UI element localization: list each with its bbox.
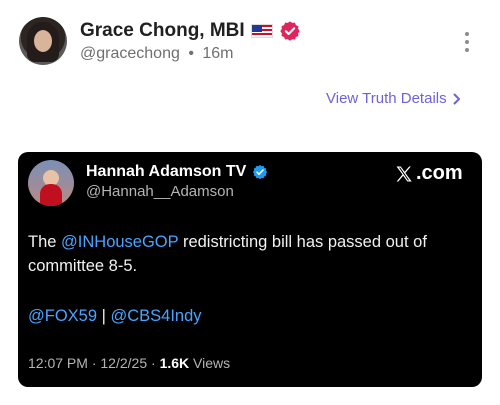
mention-inhousegop[interactable]: @INHouseGOP — [61, 233, 178, 251]
post-time: 16m — [202, 45, 234, 62]
mention-fox59[interactable]: @FOX59 — [28, 307, 97, 325]
tweet-links: @FOX59 | @CBS4Indy — [28, 304, 202, 328]
x-source-logo[interactable]: .com — [394, 162, 463, 185]
author-handle[interactable]: @gracechong — [80, 45, 180, 62]
embed-author-handle[interactable]: @Hannah__Adamson — [86, 183, 234, 200]
embedded-tweet-card[interactable]: Hannah Adamson TV @Hannah__Adamson .com … — [18, 152, 482, 387]
view-truth-details-link[interactable]: View Truth Details — [326, 90, 461, 107]
x-verified-icon — [253, 165, 268, 180]
views-label: Views — [189, 355, 231, 371]
verified-badge-icon — [279, 21, 300, 41]
embed-author-name[interactable]: Hannah Adamson TV — [86, 163, 246, 181]
author-handle-line: @gracechong • 16m — [80, 45, 234, 63]
tweet-meta: 12:07 PM · 12/2/25 · 1.6K Views — [28, 355, 230, 371]
author-name-row[interactable]: Grace Chong, MBI — [80, 20, 301, 42]
tweet-time[interactable]: 12:07 PM — [28, 355, 88, 371]
x-logo-icon — [396, 166, 412, 181]
link-separator: | — [97, 307, 111, 325]
view-truth-details-label: View Truth Details — [326, 90, 447, 107]
embed-author-name-row[interactable]: Hannah Adamson TV — [86, 163, 268, 181]
avatar-dress — [40, 184, 62, 206]
embed-author-avatar[interactable] — [28, 160, 74, 206]
meta-separator-1: · — [87, 355, 101, 371]
meta-separator-2: · — [147, 355, 160, 371]
post-header: Grace Chong, MBI @gracechong • 16m — [0, 0, 500, 80]
author-name[interactable]: Grace Chong, MBI — [80, 20, 245, 42]
tweet-text: The @INHouseGOP redistricting bill has p… — [28, 230, 468, 278]
x-source-label: .com — [416, 162, 463, 184]
chevron-right-icon — [453, 93, 460, 104]
author-avatar[interactable] — [19, 17, 67, 65]
tweet-date[interactable]: 12/2/25 — [100, 355, 147, 371]
mention-cbs4indy[interactable]: @CBS4Indy — [111, 307, 202, 325]
tweet-text-prefix: The — [28, 233, 62, 251]
handle-separator: • — [188, 45, 194, 62]
avatar-face — [34, 30, 52, 52]
flag-us-icon — [250, 24, 273, 38]
more-vertical-icon[interactable] — [460, 32, 474, 56]
views-count: 1.6K — [159, 355, 190, 371]
